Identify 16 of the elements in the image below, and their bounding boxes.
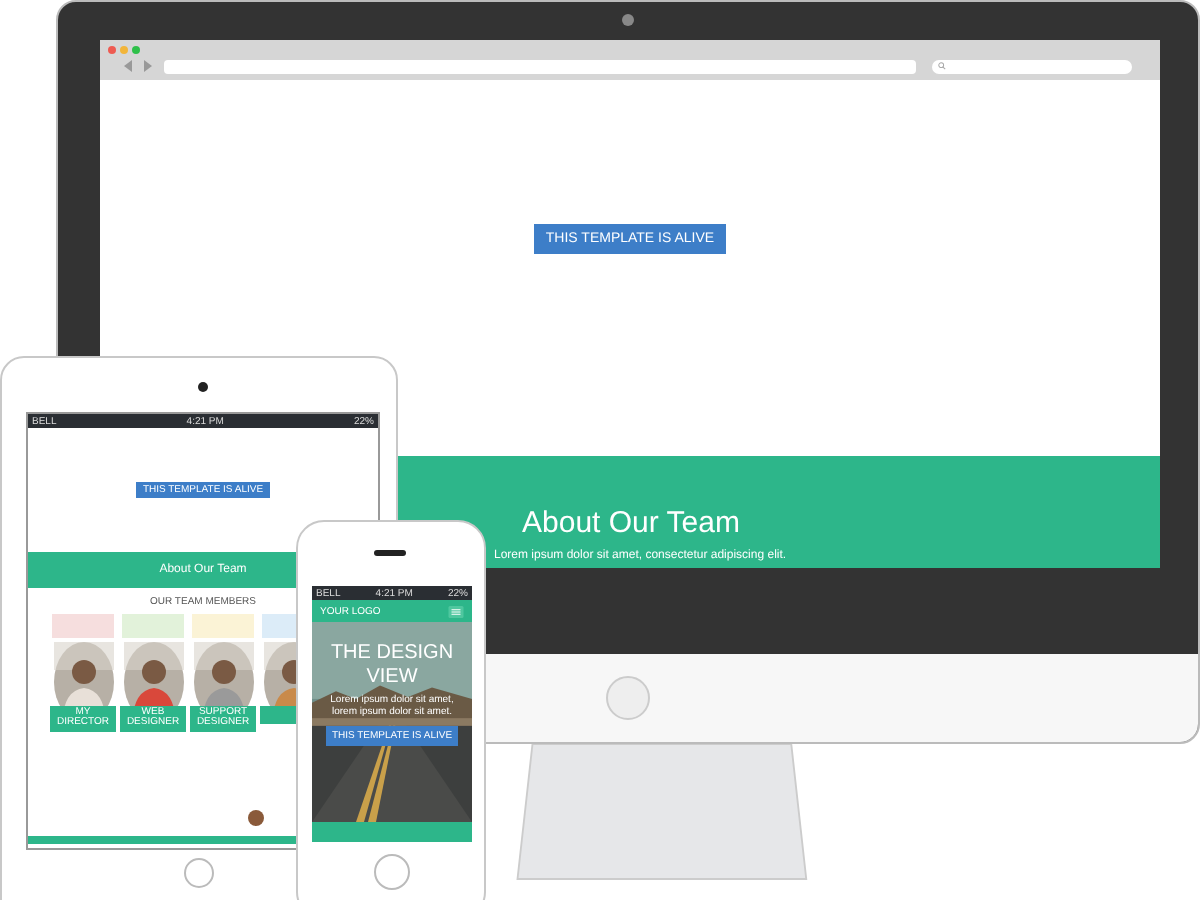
section-title: About Our Team (522, 506, 742, 540)
maximize-icon[interactable] (132, 46, 140, 54)
back-forward-icon[interactable] (120, 58, 156, 74)
search-field[interactable] (932, 59, 1132, 73)
avatar-icon[interactable] (248, 810, 264, 826)
home-button[interactable] (374, 854, 410, 890)
address-field[interactable] (164, 59, 916, 73)
search-icon (938, 62, 946, 70)
monitor-logo-icon (606, 676, 650, 720)
minimize-icon[interactable] (120, 46, 128, 54)
speaker-icon (374, 550, 406, 556)
camera-icon (198, 382, 208, 392)
close-icon[interactable] (108, 46, 116, 54)
camera-icon (622, 14, 634, 26)
home-button[interactable] (184, 858, 214, 888)
menu-icon[interactable] (448, 605, 464, 617)
